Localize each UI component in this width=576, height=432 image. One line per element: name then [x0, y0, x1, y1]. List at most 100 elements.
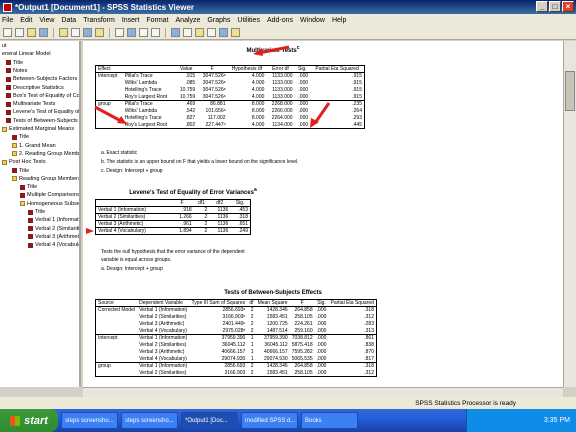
- table-row: Verbal 3 (Arithmetic) .961 2 1136 .651: [95, 220, 251, 228]
- close-button[interactable]: ×: [562, 1, 574, 12]
- outline-item[interactable]: Title: [28, 209, 45, 215]
- outline-item[interactable]: Multivariate Tests: [6, 101, 55, 107]
- table-cell: 3047.526ᵃ: [202, 80, 226, 86]
- table-row: Verbal 3 (Arithmetic) 40666.157 1 40666.157…: [96, 349, 377, 356]
- table-cell: 2: [250, 307, 254, 314]
- menu-help[interactable]: Help: [332, 17, 346, 24]
- menu-data[interactable]: Data: [61, 17, 76, 24]
- expand-icon[interactable]: [195, 28, 204, 37]
- chart-icon[interactable]: [151, 28, 160, 37]
- outline-item[interactable]: Verbal 1 (Informati: [28, 217, 79, 223]
- outline-item[interactable]: Reading Group Membership: [12, 176, 79, 182]
- table-cell: .915: [352, 73, 362, 80]
- goto-data-icon[interactable]: [115, 28, 124, 37]
- outline-item[interactable]: eneral Linear Model: [2, 51, 51, 57]
- levene-title[interactable]: Levene's Test of Equality of Error Varia…: [103, 187, 283, 196]
- hide-icon[interactable]: [231, 28, 240, 37]
- outline-item[interactable]: Tests of Between-Subjects Effec: [6, 118, 79, 124]
- outline-item[interactable]: Title: [12, 168, 29, 174]
- window-titlebar[interactable]: *Output1 [Document1] - SPSS Statistics V…: [0, 0, 576, 14]
- menu-graphs[interactable]: Graphs: [207, 17, 230, 24]
- table-cell: 2: [204, 221, 208, 227]
- table-row: Verbal 2 (Similarities) 1.266 2 1136 .318: [95, 213, 251, 221]
- outline-item[interactable]: Verbal 3 (Arithmeti: [28, 234, 79, 240]
- outline-item[interactable]: ut: [2, 43, 7, 49]
- table-cell: 37959.390: [221, 335, 246, 342]
- outline-item[interactable]: 2. Reading Group Membersh: [12, 151, 79, 157]
- menu-file[interactable]: File: [2, 17, 13, 24]
- levene-table[interactable]: Fdf1 df2 Sig. Verbal 1 (Information) .918 2 11…: [95, 199, 251, 235]
- horizontal-scrollbar[interactable]: [83, 387, 563, 397]
- start-button[interactable]: start: [0, 409, 58, 432]
- demote-icon[interactable]: [183, 28, 192, 37]
- outline-item[interactable]: Post Hoc Tests: [2, 159, 46, 165]
- outline-item[interactable]: 1. Grand Mean: [12, 143, 56, 149]
- outline-item[interactable]: Title: [6, 60, 23, 66]
- outline-item[interactable]: Homogeneous Subset: [20, 201, 79, 207]
- menu-window[interactable]: Window: [300, 17, 325, 24]
- outline-pane[interactable]: ut eneral Linear Model Title Notes Between-S…: [0, 41, 81, 387]
- status-text: SPSS Statistics Processor is ready: [415, 399, 516, 407]
- outline-item[interactable]: Levene's Test of Equality of Erro: [6, 109, 79, 115]
- table-cell: Verbal 4 (Vocabulary): [139, 327, 187, 334]
- minimize-button[interactable]: _: [536, 1, 548, 12]
- outline-item[interactable]: Descriptive Statistics: [6, 85, 64, 91]
- book-icon: [12, 176, 17, 182]
- taskbar-button[interactable]: *Output1 [Doc...: [181, 412, 238, 429]
- column-header: Source: [95, 299, 138, 307]
- outline-item[interactable]: Between-Subjects Factors: [6, 76, 77, 82]
- table-row: Roy's Largest Root 10.759 3047.526ᵃ 4.000 11…: [96, 94, 365, 101]
- table-cell: Verbal 2 (Similarities): [139, 314, 187, 320]
- outline-item[interactable]: Notes: [6, 68, 27, 74]
- open-icon[interactable]: [3, 28, 12, 37]
- table-cell: Verbal 4 (Vocabulary): [98, 228, 146, 234]
- show-icon[interactable]: [219, 28, 228, 37]
- menu-transform[interactable]: Transform: [83, 17, 115, 24]
- column-header: Error df: [266, 65, 295, 73]
- clock[interactable]: 3:35 PM: [544, 417, 570, 424]
- table-cell: 1: [250, 349, 254, 355]
- taskbar-button[interactable]: Books: [301, 412, 358, 429]
- menu-analyze[interactable]: Analyze: [176, 17, 201, 24]
- menu-edit[interactable]: Edit: [20, 17, 32, 24]
- outline-item[interactable]: Box's Test of Equality of Covarian: [6, 93, 79, 99]
- menu-view[interactable]: View: [39, 17, 54, 24]
- menu-utilities[interactable]: Utilities: [237, 17, 260, 24]
- taskbar-button[interactable]: steps screensho...: [121, 412, 178, 429]
- table-cell: Corrected Model: [98, 307, 135, 314]
- export-icon[interactable]: [59, 28, 68, 37]
- vertical-scrollbar[interactable]: [563, 41, 576, 387]
- variables-icon[interactable]: [139, 28, 148, 37]
- between-table[interactable]: Source Dependent Variable Type III Sum of …: [95, 299, 377, 377]
- promote-icon[interactable]: [171, 28, 180, 37]
- collapse-icon[interactable]: [207, 28, 216, 37]
- outline-item[interactable]: Multiple Comparisons: [20, 192, 79, 198]
- outline-item[interactable]: Verbal 2 (Similariti: [28, 226, 79, 232]
- table-row: Verbal 2 (Similarities) 3166.903 2 1583.451…: [96, 370, 377, 377]
- taskbar-button[interactable]: steps screensho...: [61, 412, 118, 429]
- print-icon[interactable]: [27, 28, 36, 37]
- menu-bar: File Edit View Data Transform Insert Format Ana…: [0, 14, 576, 26]
- table-cell: .469: [185, 101, 196, 108]
- goto-case-icon[interactable]: [127, 28, 136, 37]
- table-cell: .453: [238, 207, 248, 213]
- table-cell: 2: [204, 214, 208, 220]
- taskbar-button[interactable]: modified SPSS d...: [241, 412, 298, 429]
- menu-format[interactable]: Format: [146, 17, 168, 24]
- maximize-button[interactable]: □: [549, 1, 561, 12]
- save-icon[interactable]: [15, 28, 24, 37]
- outline-item[interactable]: Verbal 4 (Vocabula: [28, 242, 79, 248]
- recall-dialog-icon[interactable]: [71, 28, 80, 37]
- menu-insert[interactable]: Insert: [122, 17, 140, 24]
- outline-item[interactable]: Estimated Marginal Means: [2, 126, 74, 132]
- table-cell: .838: [364, 342, 374, 348]
- outline-item[interactable]: Title: [12, 134, 29, 140]
- menu-add-ons[interactable]: Add-ons: [267, 17, 293, 24]
- redo-icon[interactable]: [95, 28, 104, 37]
- between-title[interactable]: Tests of Between-Subjects Effects: [193, 290, 353, 296]
- preview-icon[interactable]: [39, 28, 48, 37]
- toolbar: [0, 26, 576, 40]
- undo-icon[interactable]: [83, 28, 92, 37]
- output-pane[interactable]: Multivariate Testsc EffectValueFHypothes…: [83, 41, 563, 387]
- outline-item[interactable]: Title: [20, 184, 37, 190]
